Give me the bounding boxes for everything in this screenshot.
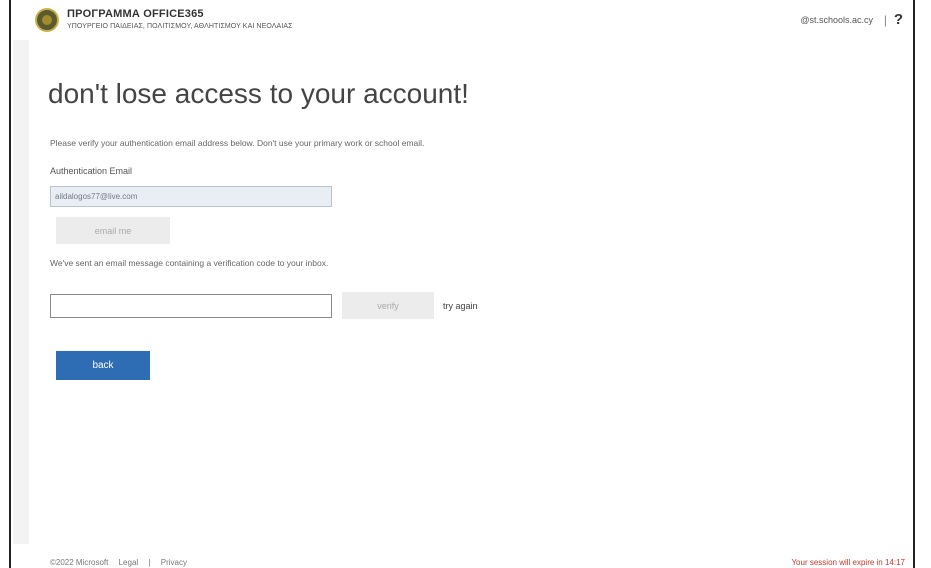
brand-subtitle: ΥΠΟΥΡΓΕΙΟ ΠΑΙΔΕΙΑΣ, ΠΟΛΙΤΙΣΜΟΥ, ΑΘΛΗΤΙΣΜ… — [67, 23, 293, 30]
verify-button[interactable]: verify — [342, 292, 434, 319]
verification-code-input[interactable] — [50, 294, 332, 318]
crest-logo-icon — [35, 8, 59, 32]
header-separator: | — [883, 13, 887, 27]
try-again-link[interactable]: try again — [443, 301, 478, 311]
email-label: Authentication Email — [50, 166, 133, 176]
header: ΠΡΟΓΡΑΜΜΑ OFFICE365 ΥΠΟΥΡΓΕΙΟ ΠΑΙΔΕΙΑΣ, … — [11, 0, 913, 40]
page-frame: ΠΡΟΓΡΑΜΜΑ OFFICE365 ΥΠΟΥΡΓΕΙΟ ΠΑΙΔΕΙΑΣ, … — [9, 0, 915, 568]
authentication-email-field[interactable]: aildalogos77@live.com — [50, 186, 332, 207]
footer-separator: | — [148, 558, 151, 567]
user-email[interactable]: @st.schools.ac.cy — [800, 15, 873, 25]
back-button[interactable]: back — [56, 351, 150, 380]
footer-links: ©2022 Microsoft Legal | Privacy — [50, 558, 195, 567]
email-me-button[interactable]: email me — [56, 217, 170, 244]
instructions-text: Please verify your authentication email … — [50, 138, 425, 148]
page-title: don't lose access to your account! — [48, 78, 469, 109]
help-icon[interactable]: ? — [894, 11, 903, 28]
legal-link[interactable]: Legal — [119, 558, 139, 567]
session-expiry-notice: Your session will expire in 14:17 — [791, 558, 905, 567]
brand-title: ΠΡΟΓΡΑΜΜΑ OFFICE365 — [67, 8, 204, 20]
privacy-link[interactable]: Privacy — [161, 558, 187, 567]
left-gutter — [13, 40, 29, 544]
copyright-text: ©2022 Microsoft — [50, 558, 109, 567]
sent-message: We've sent an email message containing a… — [50, 258, 329, 268]
